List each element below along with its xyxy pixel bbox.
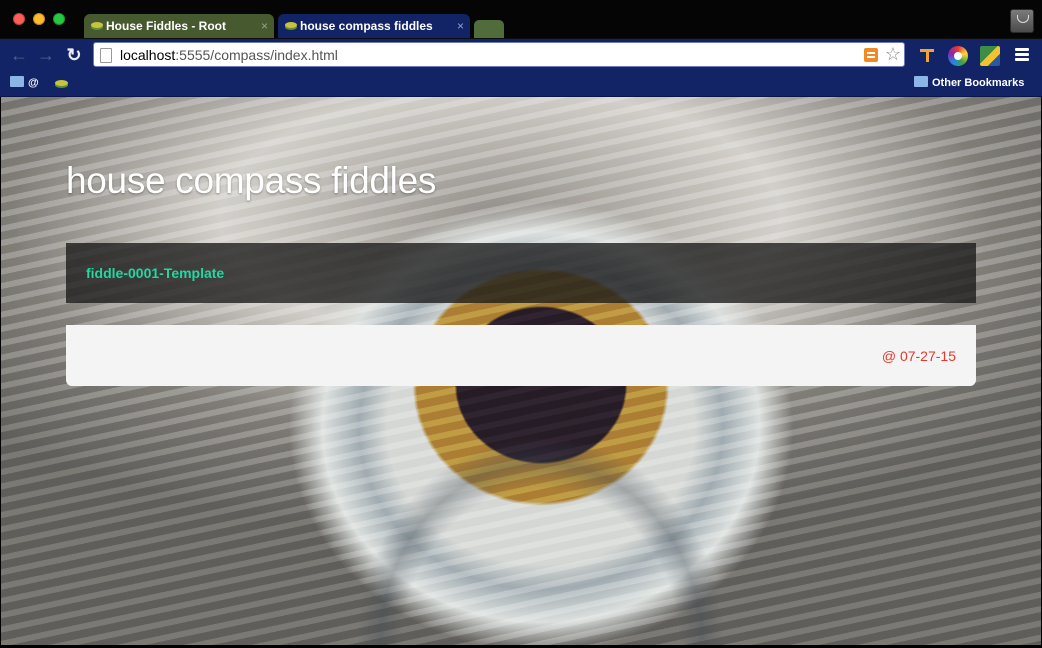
tab-label: house compass fiddles	[300, 19, 433, 33]
bookmark-star-icon[interactable]: ☆	[885, 44, 901, 64]
bookmark-house[interactable]	[55, 76, 68, 89]
menu-hamburger-icon[interactable]	[1015, 48, 1029, 62]
house-favicon-icon	[91, 22, 103, 28]
url-host: localhost	[120, 47, 176, 63]
window-close-button[interactable]	[13, 13, 25, 25]
bookmark-folder-at[interactable]: @	[10, 76, 39, 89]
rss-icon[interactable]	[864, 48, 878, 62]
extension-map-icon[interactable]	[980, 46, 1000, 66]
house-favicon-icon	[55, 80, 68, 86]
tab-close-icon[interactable]: ×	[261, 14, 268, 38]
date-label: @ 07-27-15	[881, 348, 956, 364]
url-path: :5555/compass/index.html	[175, 47, 338, 63]
tab-house-compass-fiddles[interactable]: house compass fiddles ×	[278, 14, 470, 38]
tab-label: House Fiddles - Root	[106, 19, 226, 33]
folder-icon	[914, 76, 928, 87]
address-bar[interactable]: localhost:5555/compass/index.html ☆	[93, 42, 905, 67]
folder-icon	[10, 76, 24, 87]
bookmark-label: @	[28, 77, 39, 89]
browser-toolbar: ← → ↻ localhost:5555/compass/index.html …	[0, 39, 1042, 72]
back-arrow-icon[interactable]: ←	[9, 45, 29, 65]
profile-icon[interactable]	[1010, 9, 1034, 33]
bookmark-folder-other[interactable]: Other Bookmarks	[914, 76, 1024, 89]
tab-close-icon[interactable]: ×	[457, 14, 464, 38]
date-footer-panel: @ 07-27-15	[66, 325, 976, 386]
extension-pin-icon[interactable]	[918, 46, 938, 66]
fiddle-link[interactable]: fiddle-0001-Template	[86, 265, 224, 281]
page-icon	[100, 48, 112, 63]
reload-icon[interactable]: ↻	[64, 45, 84, 65]
bookmarks-bar: @ Other Bookmarks	[0, 72, 1042, 97]
url-text[interactable]: localhost:5555/compass/index.html	[120, 47, 338, 63]
page-title: house compass fiddles	[66, 160, 437, 201]
new-tab-button[interactable]	[474, 20, 504, 38]
forward-arrow-icon[interactable]: →	[36, 45, 56, 65]
window-minimize-button[interactable]	[33, 13, 45, 25]
color-wheel-icon[interactable]	[948, 46, 968, 66]
bookmark-label: Other Bookmarks	[932, 77, 1025, 89]
fiddle-list-card: fiddle-0001-Template	[66, 243, 976, 303]
page-content: house compass fiddles fiddle-0001-Templa…	[1, 97, 1041, 645]
window-titlebar: House Fiddles - Root × house compass fid…	[0, 0, 1042, 39]
window-maximize-button[interactable]	[53, 13, 65, 25]
tab-house-fiddles-root[interactable]: House Fiddles - Root ×	[84, 14, 274, 38]
house-favicon-icon	[285, 22, 297, 28]
